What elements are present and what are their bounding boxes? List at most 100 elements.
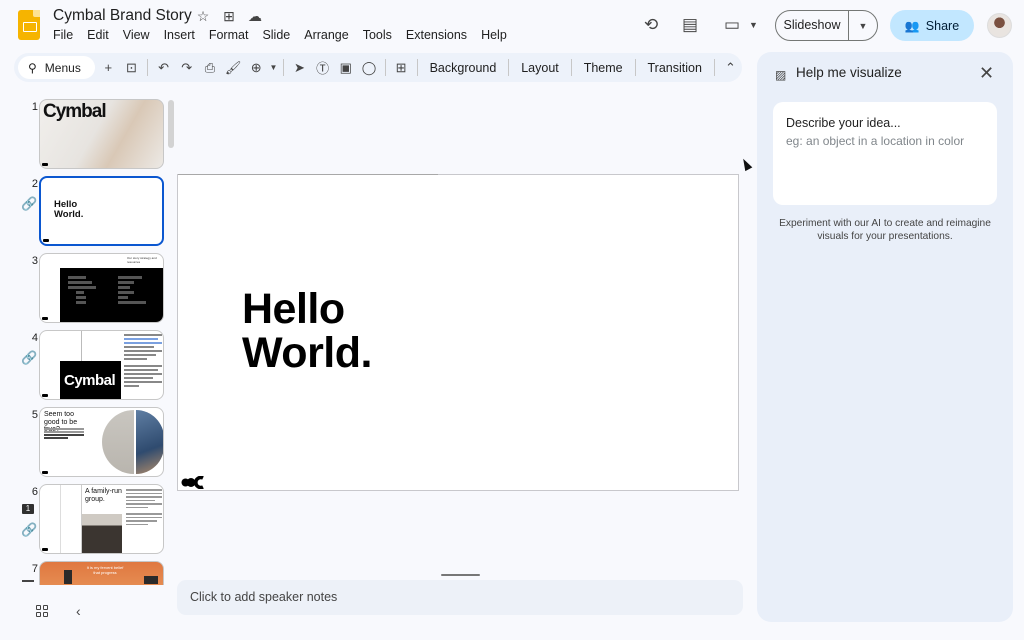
menu-format[interactable]: Format — [209, 28, 256, 42]
thumb-title: It is my fervent belief that progress — [86, 565, 124, 575]
add-comment-icon[interactable]: ⊞ — [390, 60, 413, 76]
menu-view[interactable]: View — [123, 28, 157, 42]
star-icon[interactable]: ☆ — [195, 8, 211, 25]
slide-thumbnail[interactable]: Our story strategy and resources — [39, 253, 164, 323]
slide-thumbnail[interactable]: It is my fervent belief that progress — [39, 561, 164, 585]
meet-icon[interactable]: ▭ — [724, 15, 740, 35]
toolbar-divider — [713, 59, 715, 76]
speaker-notes[interactable]: Click to add speaker notes — [177, 580, 743, 615]
menu-edit[interactable]: Edit — [87, 28, 116, 42]
avatar[interactable] — [987, 13, 1012, 38]
toolbar-divider — [570, 59, 572, 76]
menu-tools[interactable]: Tools — [363, 28, 399, 42]
document-title[interactable]: Cymbal Brand Story — [53, 7, 192, 25]
move-folder-icon[interactable]: ⊞ — [221, 8, 237, 25]
toolbar-divider — [147, 59, 148, 76]
collapse-toolbar-icon[interactable]: ⌃ — [719, 60, 742, 76]
menus-search-label: Menus — [44, 60, 81, 75]
thumb-title: Cymbal — [64, 372, 116, 389]
menu-insert[interactable]: Insert — [164, 28, 202, 42]
slide-thumbnail-row[interactable]: 3 Our story strategy and resources — [0, 253, 176, 325]
redo-icon[interactable]: ↷ — [175, 60, 198, 76]
thumb-building — [144, 576, 158, 584]
undo-icon[interactable]: ↶ — [152, 60, 175, 76]
notes-resize-handle[interactable] — [441, 574, 480, 576]
search-icon: ⚲ — [28, 60, 37, 75]
menu-file[interactable]: File — [53, 28, 80, 42]
new-slide-layout-icon[interactable]: ⊡ — [120, 60, 143, 76]
image-icon[interactable]: ▣ — [334, 60, 357, 76]
zoom-icon[interactable]: ⊕ — [245, 60, 268, 76]
thumb-title: A family-run group. — [85, 488, 122, 503]
menu-extensions[interactable]: Extensions — [406, 28, 474, 42]
idea-input-label: Describe your idea... — [786, 116, 901, 130]
menu-help[interactable]: Help — [481, 28, 514, 42]
thumb-building — [64, 570, 72, 584]
slide-number: 4 — [31, 332, 38, 344]
thumb-toc-right — [118, 276, 158, 306]
slide-title-line-1: Hello — [242, 285, 345, 333]
slide-thumbnail[interactable]: A family-run group. — [39, 484, 164, 554]
slide-thumbnail-row[interactable]: 2 🔗 Hello World. — [0, 176, 176, 248]
meet-dropdown-icon[interactable]: ▼ — [749, 20, 758, 30]
zoom-dropdown-icon[interactable]: ▼ — [268, 63, 279, 72]
slide-thumbnail-row[interactable]: 5 Seem too good to be true? — [0, 407, 176, 479]
toolbar-divider — [384, 59, 386, 76]
help-me-visualize-panel: ▨ Help me visualize ✕ Describe your idea… — [757, 52, 1013, 622]
thumb-group-photo — [82, 514, 122, 553]
print-icon[interactable]: ⎙ — [198, 60, 221, 76]
slide-thumbnail-row[interactable]: 6 1 🔗 A family-run group. — [0, 484, 176, 556]
slide-thumbnail[interactable]: Cymbal — [39, 330, 164, 400]
menu-arrange[interactable]: Arrange — [304, 28, 355, 42]
transition-button[interactable]: Transition — [640, 61, 710, 75]
toolbar: ⚲ Menus + ⊡ ↶ ↷ ⎙ 🖌 ⊕ ▼ ➤ Ⓣ ▣ ◯ ⊞ Backgr… — [14, 53, 742, 82]
image-sparkle-icon: ▨ — [775, 68, 787, 82]
slide-canvas[interactable]: Hello World. — [177, 174, 739, 491]
theme-button[interactable]: Theme — [576, 61, 631, 75]
thumb-text-column — [124, 334, 162, 387]
slide-thumbnail[interactable]: Cymbal — [39, 99, 164, 169]
toolbar-divider — [634, 59, 636, 76]
thumb-logo — [42, 471, 48, 474]
slides-logo[interactable] — [18, 10, 40, 40]
select-icon[interactable]: ➤ — [288, 60, 311, 76]
grid-view-icon[interactable] — [36, 605, 48, 617]
paint-format-icon[interactable]: 🖌 — [222, 60, 245, 76]
comment-count-badge[interactable]: 1 — [22, 504, 34, 514]
new-slide-icon[interactable]: + — [97, 60, 120, 75]
slide-title-text[interactable]: Hello World. — [242, 287, 372, 375]
cloud-status-icon[interactable]: ☁ — [247, 8, 263, 25]
version-history-icon[interactable]: ⟲ — [644, 15, 658, 35]
idea-input[interactable]: Describe your idea... eg: an object in a… — [773, 102, 997, 205]
share-button[interactable]: 👥 Share — [890, 10, 974, 41]
thumb-toc-panel — [60, 268, 163, 322]
filmstrip-scrollbar[interactable] — [168, 100, 174, 148]
slide-thumbnail-row[interactable]: 1 Cymbal — [0, 99, 176, 171]
slideshow-button[interactable]: Slideshow ▼ — [775, 10, 878, 41]
shape-icon[interactable]: ◯ — [357, 60, 380, 76]
background-button[interactable]: Background — [422, 61, 505, 75]
slide-title-line-2: World. — [242, 329, 372, 377]
slideshow-dropdown-icon[interactable]: ▼ — [849, 21, 877, 31]
collapse-filmstrip-icon[interactable]: ‹ — [76, 603, 81, 619]
text-box-icon[interactable]: Ⓣ — [311, 58, 334, 77]
slide-thumbnail-row[interactable]: 4 🔗 Cymbal — [0, 330, 176, 402]
slide-thumbnail[interactable]: Seem too good to be true? — [39, 407, 164, 477]
thumb-logo — [42, 163, 48, 166]
thumb-logo — [42, 394, 48, 397]
toolbar-divider — [508, 59, 510, 76]
filmstrip-footer: ‹ — [0, 590, 176, 634]
link-icon: 🔗 — [21, 350, 38, 365]
menus-search[interactable]: ⚲ Menus — [18, 56, 95, 79]
comments-icon[interactable]: ▤ — [682, 15, 698, 35]
slide-thumbnail-selected[interactable]: Hello World. — [39, 176, 164, 246]
thumb-divider — [81, 331, 82, 361]
layout-button[interactable]: Layout — [513, 61, 567, 75]
link-icon: 🔗 — [21, 196, 38, 211]
close-icon[interactable]: ✕ — [979, 63, 994, 84]
thumb-logo — [43, 239, 49, 242]
thumb-logo — [42, 317, 48, 320]
slideshow-label[interactable]: Slideshow — [776, 11, 849, 40]
menu-slide[interactable]: Slide — [262, 28, 297, 42]
thumb-logo — [42, 548, 48, 551]
